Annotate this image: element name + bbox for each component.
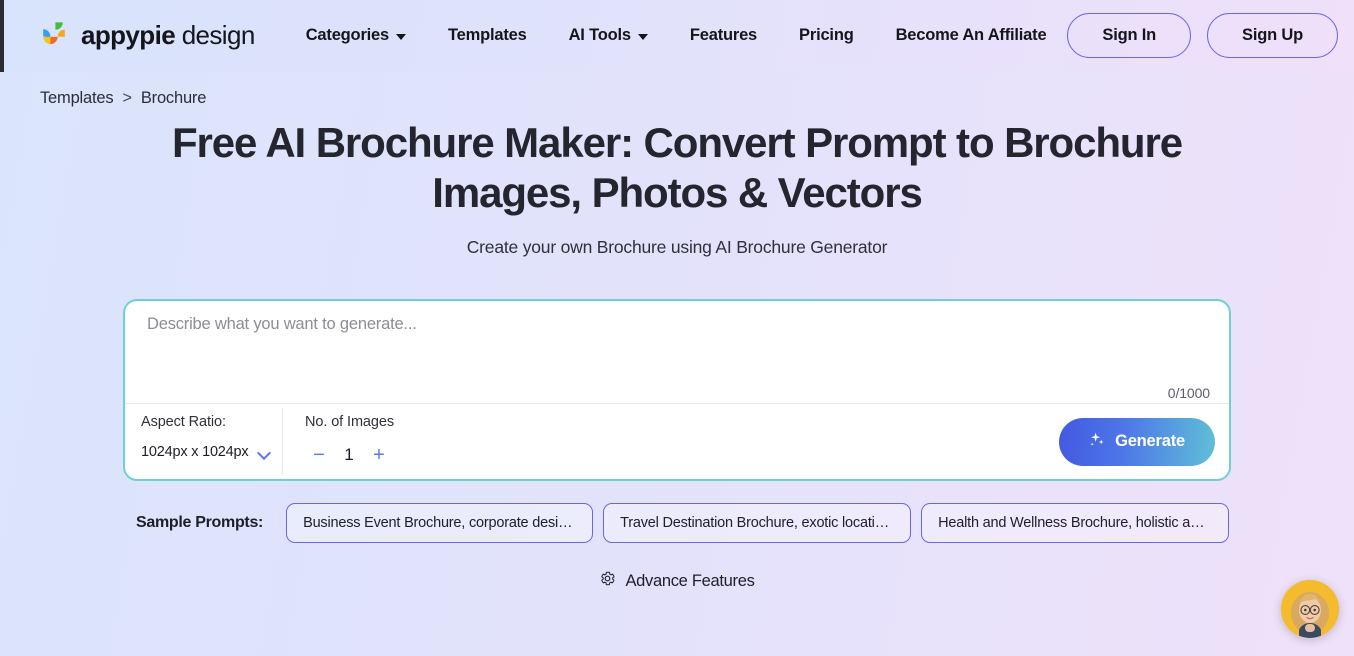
breadcrumb: Templates > Brochure	[40, 89, 206, 108]
sign-in-button[interactable]: Sign In	[1067, 13, 1192, 58]
breadcrumb-item-templates[interactable]: Templates	[40, 89, 114, 108]
sample-prompt-chip-1[interactable]: Business Event Brochure, corporate desig…	[286, 503, 594, 543]
sample-prompts-label: Sample Prompts:	[136, 514, 264, 531]
aspect-ratio-label: Aspect Ratio:	[141, 414, 226, 430]
sample-prompts: Sample Prompts: Business Event Brochure,…	[136, 503, 1236, 543]
breadcrumb-item-brochure[interactable]: Brochure	[141, 89, 207, 108]
sample-prompt-chip-2[interactable]: Travel Destination Brochure, exotic loca…	[603, 503, 912, 543]
chevron-down-icon	[396, 33, 406, 40]
chevron-down-icon	[637, 33, 648, 40]
nav-item-features[interactable]: Features	[669, 20, 778, 51]
page-subtitle: Create your own Brochure using AI Brochu…	[466, 237, 888, 257]
appypie-logo-icon	[36, 19, 72, 53]
nav-item-categories[interactable]: Categories	[285, 20, 427, 51]
advance-features-label: Advance Features	[625, 571, 755, 590]
prompt-input-area: 0/1000	[125, 301, 1229, 403]
page-title: Free AI Brochure Maker: Convert Prompt t…	[172, 119, 1183, 216]
nav-label: Features	[689, 26, 758, 44]
advance-features-toggle[interactable]: Advance Features	[599, 570, 755, 592]
aspect-ratio-select[interactable]: 1024px x 1024px	[141, 444, 282, 460]
aspect-ratio-value: 1024px x 1024px	[141, 444, 249, 460]
nav-item-pricing[interactable]: Pricing	[778, 20, 875, 51]
nav-label: Pricing	[799, 26, 854, 44]
generate-button[interactable]: Generate	[1059, 417, 1215, 466]
increment-button[interactable]: +	[365, 442, 393, 468]
generate-button-label: Generate	[1115, 432, 1185, 450]
nav-item-ai-tools[interactable]: AI Tools	[548, 20, 669, 51]
window-edge-strip	[0, 0, 4, 72]
auth-actions: Sign In Sign Up	[1067, 13, 1338, 58]
character-counter: 0/1000	[1167, 385, 1210, 401]
sign-up-button[interactable]: Sign Up	[1207, 13, 1338, 58]
decrement-button[interactable]: −	[305, 442, 333, 468]
prompt-controls: Aspect Ratio: 1024px x 1024px No. of Ima…	[125, 403, 1229, 479]
nav-label: Templates	[448, 26, 527, 44]
avatar	[1281, 580, 1339, 638]
chat-support-avatar[interactable]	[1281, 580, 1339, 638]
nav-label: Become An Affiliate	[895, 26, 1047, 44]
nav-item-become-an-affiliate[interactable]: Become An Affiliate	[875, 20, 1068, 51]
sparkle-icon	[1089, 431, 1106, 453]
nav-label: AI Tools	[568, 26, 631, 44]
nav-item-templates[interactable]: Templates	[427, 20, 548, 51]
gear-icon	[599, 570, 616, 592]
brand-name-bold: appypie	[81, 20, 176, 50]
chevron-down-icon	[258, 448, 271, 456]
main-navigation: Categories Templates AI Tools Features P…	[285, 20, 1068, 51]
prompt-panel: 0/1000 Aspect Ratio: 1024px x 1024px No.…	[123, 299, 1231, 481]
breadcrumb-separator: >	[122, 89, 132, 107]
nav-label: Categories	[305, 26, 389, 44]
site-header: appypie design Categories Templates AI T…	[0, 0, 1354, 71]
brand-name: appypie design	[81, 20, 255, 51]
brand-logo[interactable]: appypie design	[36, 19, 255, 53]
image-count-value: 1	[344, 445, 354, 464]
aspect-ratio-control: Aspect Ratio: 1024px x 1024px	[125, 404, 282, 479]
advance-features: Advance Features	[0, 570, 1354, 592]
brand-name-light: design	[181, 20, 256, 50]
sample-prompt-chip-3[interactable]: Health and Wellness Brochure, holistic a…	[921, 503, 1230, 543]
prompt-input[interactable]	[147, 315, 1207, 371]
